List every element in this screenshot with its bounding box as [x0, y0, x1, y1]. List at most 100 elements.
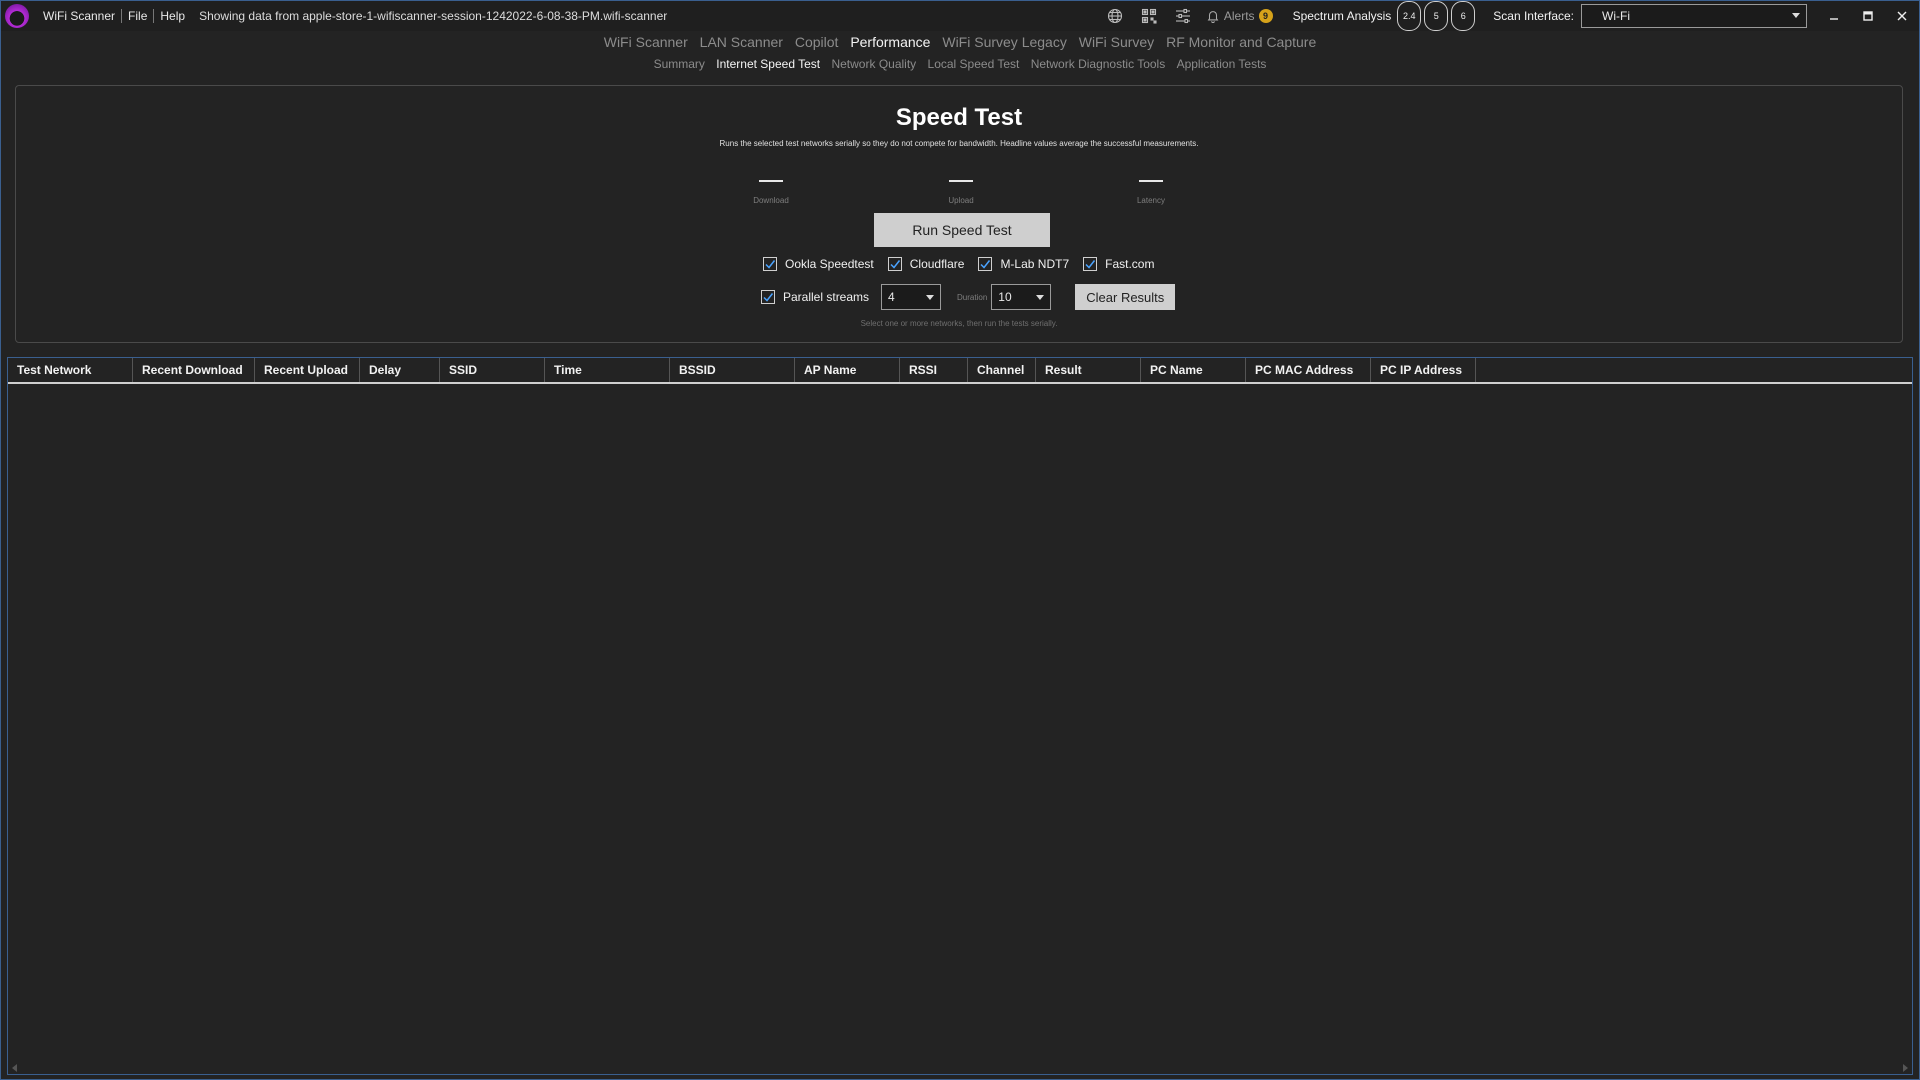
upload-metric: Upload — [901, 172, 1021, 205]
speed-test-hint: Select one or more networks, then run th… — [860, 319, 1058, 328]
subtab-internet-speed-test[interactable]: Internet Speed Test — [716, 57, 820, 71]
options-row: Parallel streams 4 Duration 10 Clear Res… — [761, 284, 1176, 310]
col-ap-name[interactable]: AP Name — [795, 358, 900, 382]
col-channel[interactable]: Channel — [968, 358, 1036, 382]
col-recent-download[interactable]: Recent Download — [133, 358, 255, 382]
scroll-left-arrow[interactable] — [12, 1064, 17, 1072]
tab-lan-scanner[interactable]: LAN Scanner — [700, 34, 783, 50]
tab-rf-monitor[interactable]: RF Monitor and Capture — [1166, 34, 1316, 50]
provider-mlab-label: M-Lab NDT7 — [1000, 257, 1070, 271]
col-ssid[interactable]: SSID — [440, 358, 545, 382]
results-table: Test Network Recent Download Recent Uplo… — [7, 357, 1913, 1075]
scan-interface-select[interactable]: Wi-Fi — [1581, 4, 1807, 28]
close-button[interactable] — [1885, 1, 1919, 31]
tab-wifi-survey-legacy[interactable]: WiFi Survey Legacy — [942, 34, 1066, 50]
provider-mlab[interactable]: M-Lab NDT7 — [978, 257, 1069, 271]
tab-wifi-scanner[interactable]: WiFi Scanner — [604, 34, 688, 50]
results-table-header: Test Network Recent Download Recent Uplo… — [8, 358, 1912, 384]
close-icon — [1897, 11, 1907, 21]
check-icon — [763, 293, 774, 302]
main-nav: WiFi Scanner LAN Scanner Copilot Perform… — [1, 34, 1919, 50]
col-pc-mac-address[interactable]: PC MAC Address — [1246, 358, 1371, 382]
minimize-button[interactable] — [1817, 1, 1851, 31]
minimize-icon — [1830, 18, 1838, 20]
chevron-down-icon — [1792, 13, 1800, 18]
maximize-button[interactable] — [1851, 1, 1885, 31]
download-label: Download — [753, 196, 789, 205]
chevron-down-icon — [1036, 295, 1045, 300]
band-6-button[interactable]: 6 — [1451, 1, 1476, 31]
provider-cloudflare[interactable]: Cloudflare — [887, 257, 965, 271]
alerts-count-badge: 9 — [1258, 9, 1273, 23]
parallel-streams-toggle[interactable]: Parallel streams — [761, 290, 869, 304]
latency-label: Latency — [1136, 196, 1166, 205]
provider-fastcom[interactable]: Fast.com — [1083, 257, 1154, 271]
checkbox-parallel-streams[interactable] — [761, 290, 775, 304]
tab-copilot[interactable]: Copilot — [795, 34, 839, 50]
checkbox-ookla[interactable] — [763, 257, 777, 271]
subtab-network-quality[interactable]: Network Quality — [831, 57, 916, 71]
clear-results-button[interactable]: Clear Results — [1075, 284, 1176, 310]
upload-label: Upload — [948, 196, 974, 205]
spectrum-analysis-label: Spectrum Analysis — [1292, 9, 1392, 23]
subtab-application-tests[interactable]: Application Tests — [1177, 57, 1267, 71]
menu-help[interactable]: Help — [154, 9, 191, 23]
title-bar: WiFi Scanner File Help Showing data from… — [1, 1, 1919, 31]
checkbox-cloudflare[interactable] — [887, 257, 902, 271]
check-icon — [765, 260, 776, 269]
qr-grid-icon[interactable] — [1139, 6, 1159, 26]
download-value-placeholder — [759, 180, 783, 182]
scan-interface-value: Wi-Fi — [1602, 9, 1630, 23]
col-result[interactable]: Result — [1036, 358, 1141, 382]
col-bssid[interactable]: BSSID — [670, 358, 795, 382]
run-speed-test-button[interactable]: Run Speed Test — [874, 213, 1050, 247]
subtab-local-speed-test[interactable]: Local Speed Test — [928, 57, 1020, 71]
chevron-down-icon — [926, 295, 935, 300]
provider-cloudflare-label: Cloudflare — [909, 257, 965, 271]
upload-value-placeholder — [949, 180, 973, 182]
col-recent-upload[interactable]: Recent Upload — [255, 358, 360, 382]
sliders-icon[interactable] — [1173, 6, 1193, 26]
alerts-label: Alerts — [1223, 9, 1255, 23]
parallel-streams-label: Parallel streams — [783, 290, 870, 304]
col-time[interactable]: Time — [545, 358, 670, 382]
checkbox-mlab[interactable] — [978, 257, 993, 271]
check-icon — [1085, 260, 1096, 269]
parallel-streams-select[interactable]: 4 — [881, 284, 942, 310]
col-test-network[interactable]: Test Network — [8, 358, 133, 382]
col-pc-name[interactable]: PC Name — [1141, 358, 1246, 382]
check-icon — [890, 260, 900, 269]
scroll-right-arrow[interactable] — [1903, 1064, 1908, 1072]
speed-test-panel: Speed Test Runs the selected test networ… — [15, 85, 1903, 343]
app-name: WiFi Scanner — [43, 9, 116, 23]
band-5-button[interactable]: 5 — [1424, 1, 1449, 31]
checkbox-fastcom[interactable] — [1083, 257, 1098, 271]
latency-value-placeholder — [1139, 180, 1163, 182]
band-2-4-button[interactable]: 2.4 — [1397, 1, 1422, 31]
sub-nav: Summary Internet Speed Test Network Qual… — [1, 57, 1919, 71]
tab-wifi-survey[interactable]: WiFi Survey — [1079, 34, 1154, 50]
latency-metric: Latency — [1091, 172, 1211, 205]
duration-select[interactable]: 10 — [991, 284, 1052, 310]
speed-test-title: Speed Test — [895, 104, 1023, 131]
provider-ookla[interactable]: Ookla Speedtest — [763, 257, 874, 271]
duration-value: 10 — [998, 290, 1012, 304]
maximize-icon — [1863, 11, 1873, 21]
col-rssi[interactable]: RSSI — [900, 358, 968, 382]
col-pc-ip-address[interactable]: PC IP Address — [1371, 358, 1476, 382]
menu-file[interactable]: File — [122, 9, 153, 23]
subtab-network-diagnostic-tools[interactable]: Network Diagnostic Tools — [1031, 57, 1166, 71]
download-metric: Download — [711, 172, 831, 205]
globe-icon[interactable] — [1105, 6, 1125, 26]
subtab-summary[interactable]: Summary — [654, 57, 705, 71]
check-icon — [980, 260, 991, 269]
col-delay[interactable]: Delay — [360, 358, 440, 382]
title-bar-right: Alerts 9 Spectrum Analysis 2.4 5 6 Scan … — [1098, 1, 1919, 31]
provider-fastcom-label: Fast.com — [1105, 257, 1155, 271]
tab-performance[interactable]: Performance — [850, 34, 930, 50]
app-window: WiFi Scanner File Help Showing data from… — [0, 0, 1920, 1080]
provider-ookla-label: Ookla Speedtest — [785, 257, 874, 271]
duration-label: Duration — [957, 292, 988, 302]
alerts-button[interactable]: Alerts 9 — [1206, 9, 1273, 23]
bell-icon — [1207, 11, 1219, 23]
